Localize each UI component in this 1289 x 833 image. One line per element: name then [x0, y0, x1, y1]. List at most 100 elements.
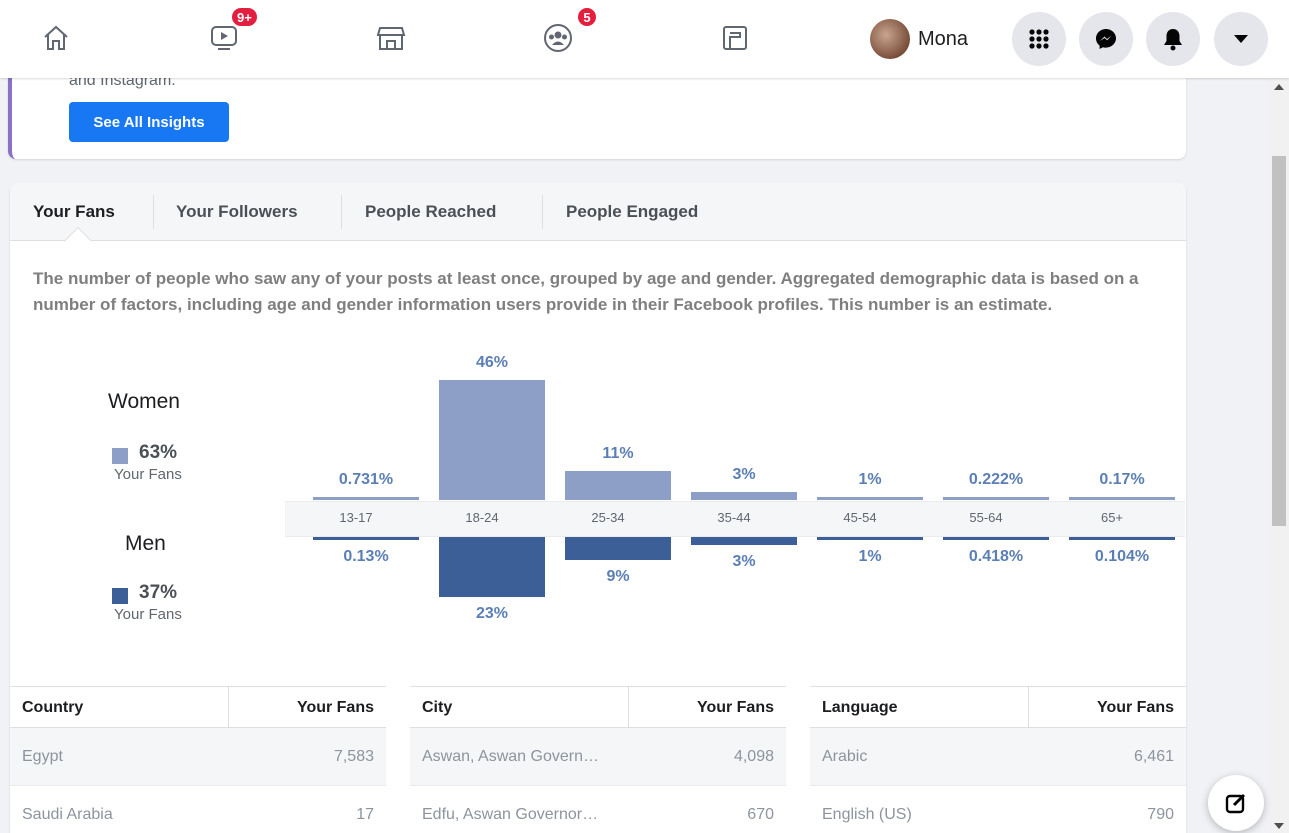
men-bar-13-17[interactable]	[313, 537, 419, 540]
age-label-13-17: 13-17	[339, 510, 373, 525]
table-header: Country Your Fans	[10, 686, 386, 729]
country-table: Country Your Fans Egypt 7,583 Saudi Arab…	[10, 686, 386, 833]
women-bar-13-17[interactable]	[313, 497, 419, 500]
men-value-35-44: 3%	[732, 552, 756, 570]
women-value-13-17: 0.731%	[338, 471, 394, 488]
city-fans-count: 4,098	[733, 748, 774, 765]
page-scrollbar[interactable]	[1269, 78, 1289, 833]
table-row: Arabic 6,461	[810, 728, 1186, 786]
column-divider	[628, 687, 629, 729]
tab-divider	[153, 195, 154, 229]
column-divider	[228, 687, 229, 729]
groups-icon[interactable]	[538, 18, 578, 58]
messenger-icon	[1096, 29, 1116, 49]
city-table: City Your Fans Aswan, Aswan Govern… 4,09…	[410, 686, 786, 833]
women-value-45-54: 1%	[858, 471, 882, 488]
men-value-25-34: 9%	[606, 568, 630, 586]
tab-your-fans[interactable]: Your Fans	[33, 202, 115, 222]
messenger-button[interactable]	[1079, 12, 1133, 66]
groups-notification-badge: 5	[576, 6, 598, 28]
audience-card: Your Fans Your Followers People Reached …	[10, 183, 1186, 833]
marketplace-icon[interactable]	[371, 18, 411, 58]
top-navigation-bar: 9+ 5 Mona	[0, 0, 1289, 78]
fans-column-header[interactable]: Your Fans	[1097, 699, 1174, 717]
fans-column-header[interactable]: Your Fans	[697, 699, 774, 717]
men-value-13-17: 0.13%	[343, 548, 389, 565]
men-value-65plus: 0.104%	[1094, 548, 1150, 565]
age-label-18-24: 18-24	[465, 510, 499, 525]
legend-women-subtitle: Your Fans	[114, 466, 182, 483]
men-bar-35-44[interactable]	[691, 537, 797, 545]
avatar	[870, 19, 910, 59]
gaming-icon[interactable]	[715, 18, 755, 58]
city-name: Aswan, Aswan Govern…	[422, 748, 599, 765]
tab-your-followers[interactable]: Your Followers	[176, 202, 298, 222]
city-column-header[interactable]: City	[422, 699, 452, 717]
scroll-up-icon[interactable]	[1274, 84, 1284, 90]
language-name: English (US)	[822, 806, 912, 823]
city-name: Edfu, Aswan Governor…	[422, 806, 599, 823]
men-value-18-24: 23%	[475, 604, 509, 622]
audience-tabs: Your Fans Your Followers People Reached …	[10, 183, 1186, 241]
chevron-down-icon	[1234, 35, 1248, 43]
legend-men-swatch	[112, 588, 128, 604]
table-header: City Your Fans	[410, 686, 786, 729]
menu-button[interactable]	[1012, 12, 1066, 66]
tab-divider	[542, 195, 543, 229]
table-row: English (US) 790	[810, 786, 1186, 833]
men-bar-65plus[interactable]	[1069, 537, 1175, 540]
table-row: Edfu, Aswan Governor… 670	[410, 786, 786, 833]
country-fans-count: 7,583	[333, 748, 374, 765]
women-bar-25-34[interactable]	[565, 471, 671, 500]
men-bar-18-24[interactable]	[439, 537, 545, 597]
column-divider	[1028, 687, 1029, 729]
table-row: Egypt 7,583	[10, 728, 386, 786]
age-label-55-64: 55-64	[969, 510, 1003, 525]
country-column-header[interactable]: Country	[22, 699, 83, 717]
language-table: Language Your Fans Arabic 6,461 English …	[810, 686, 1186, 833]
women-bar-65plus[interactable]	[1069, 497, 1175, 500]
men-value-55-64: 0.418%	[968, 548, 1024, 565]
country-name: Saudi Arabia	[22, 806, 113, 823]
scroll-down-icon[interactable]	[1274, 823, 1284, 829]
women-bar-35-44[interactable]	[691, 492, 797, 500]
legend-women-percent: 63%	[139, 442, 178, 463]
men-bar-45-54[interactable]	[817, 537, 923, 540]
legend-men-percent: 37%	[139, 582, 178, 603]
women-bar-18-24[interactable]	[439, 380, 545, 500]
compose-button[interactable]	[1208, 775, 1264, 831]
country-fans-count: 17	[356, 806, 374, 823]
women-value-65plus: 0.17%	[1099, 471, 1145, 488]
legend-women-swatch	[112, 448, 128, 464]
profile-button[interactable]: Mona	[870, 17, 968, 61]
legend-women-title: Women	[108, 390, 180, 413]
language-name: Arabic	[822, 748, 868, 765]
city-fans-count: 670	[747, 806, 774, 823]
table-header: Language Your Fans	[810, 686, 1186, 729]
women-value-55-64: 0.222%	[968, 471, 1024, 488]
country-name: Egypt	[22, 748, 63, 765]
language-column-header[interactable]: Language	[822, 699, 898, 717]
men-bar-25-34[interactable]	[565, 537, 671, 561]
women-bar-55-64[interactable]	[943, 497, 1049, 500]
age-label-35-44: 35-44	[717, 510, 751, 525]
women-bar-45-54[interactable]	[817, 497, 923, 500]
account-dropdown-button[interactable]	[1214, 12, 1268, 66]
notifications-button[interactable]	[1146, 12, 1200, 66]
legend-men-title: Men	[125, 532, 166, 555]
age-label-25-34: 25-34	[591, 510, 625, 525]
table-row: Aswan, Aswan Govern… 4,098	[410, 728, 786, 786]
tab-people-engaged[interactable]: People Engaged	[566, 202, 698, 222]
table-row: Saudi Arabia 17	[10, 786, 386, 833]
scrollbar-thumb[interactable]	[1272, 156, 1286, 526]
see-all-insights-button[interactable]: See All Insights	[69, 102, 229, 142]
tab-divider	[341, 195, 342, 229]
legend-men-subtitle: Your Fans	[114, 606, 182, 623]
men-bar-55-64[interactable]	[943, 537, 1049, 540]
language-fans-count: 6,461	[1133, 748, 1174, 765]
fans-column-header[interactable]: Your Fans	[297, 699, 374, 717]
age-label-45-54: 45-54	[843, 510, 877, 525]
notifications-icon	[1164, 29, 1182, 51]
tab-people-reached[interactable]: People Reached	[365, 202, 496, 222]
home-icon[interactable]	[36, 18, 76, 58]
